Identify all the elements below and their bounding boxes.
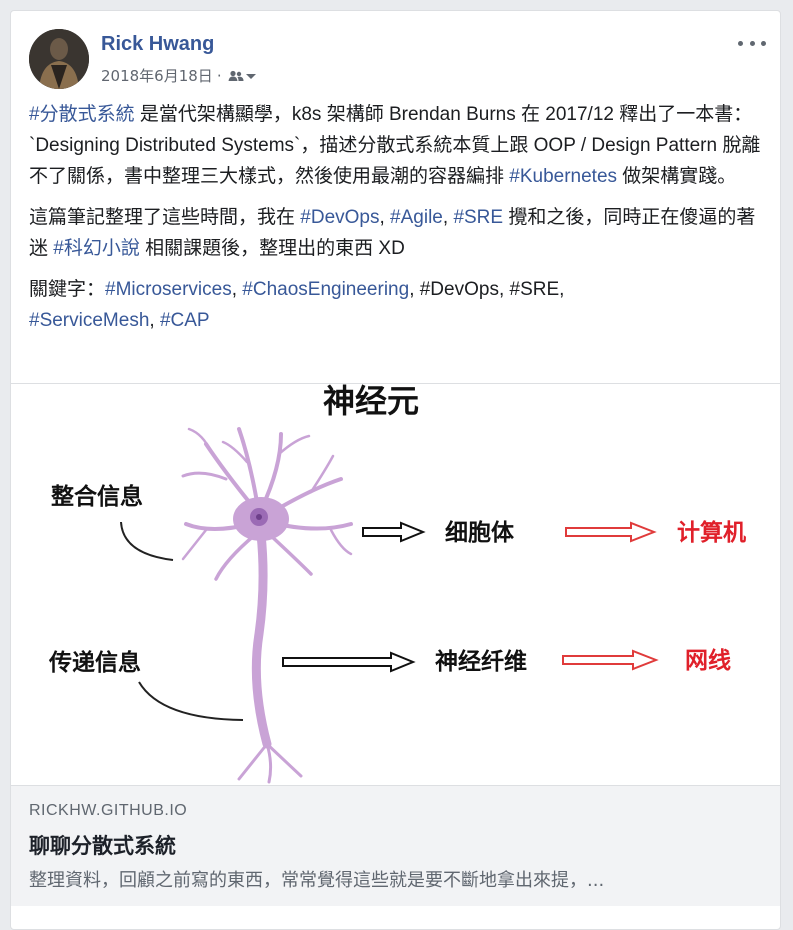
post-meta: 2018年6月18日 · [101,65,258,86]
diagram-title: 神经元 [323,384,419,420]
avatar-image [29,29,89,89]
label-transmit: 传递信息 [48,649,141,676]
hashtag-link[interactable]: #ChaosEngineering [242,279,409,300]
more-options-icon [738,40,743,46]
hashtag-link[interactable]: #SRE [453,207,503,228]
pointer-line [138,681,244,721]
link-domain: RICKHW.GITHUB.IO [29,802,188,819]
link-title[interactable]: 聊聊分散式系統 [29,830,176,860]
label-cell-body: 细胞体 [445,519,515,546]
audience-selector[interactable] [228,70,258,82]
arrow-red [565,521,657,543]
post-image[interactable]: 神经元 整合信息 传递信息 细胞体 神经纤维 计算机 网线 [11,383,780,786]
avatar[interactable] [29,29,89,89]
label-computer: 计算机 [677,519,746,546]
more-options-button[interactable] [738,33,766,53]
hashtag-link[interactable]: #Agile [390,207,443,228]
link-description: 整理資料，回顧之前寫的東西，常常覺得這些就是要不斷地拿出來提，... [29,870,605,891]
hashtag-link[interactable]: #Kubernetes [509,166,617,187]
label-fiber: 神经纤维 [435,648,527,675]
hashtag-link[interactable]: #Microservices [105,279,232,300]
post-paragraph-3: 關鍵字：#Microservices, #ChaosEngineering, #… [29,279,565,331]
arrow-black [282,651,416,673]
label-integrate: 整合信息 [51,483,143,510]
link-preview[interactable]: RICKHW.GITHUB.IO 聊聊分散式系統 整理資料，回顧之前寫的東西，常… [11,785,780,906]
chevron-down-icon [245,73,256,79]
post-card: Rick Hwang 2018年6月18日 · #分散式系統 是當代架構顯學，k… [10,10,781,930]
author-name[interactable]: Rick Hwang [101,33,214,56]
hashtag-link[interactable]: #分散式系統 [29,104,135,125]
post-paragraph-2: 這篇筆記整理了這些時間，我在 #DevOps, #Agile, #SRE 攪和之… [29,207,756,259]
friends-icon [228,70,244,81]
hashtag-link[interactable]: #科幻小說 [53,238,140,259]
meta-separator: · [216,66,222,85]
post-date[interactable]: 2018年6月18日 [101,65,213,86]
label-network: 网线 [685,647,731,674]
hashtag-link[interactable]: #ServiceMesh [29,310,149,331]
post-paragraph-1: #分散式系統 是當代架構顯學，k8s 架構師 Brendan Burns 在 2… [29,104,761,187]
neuron-illustration [181,427,353,784]
hashtag-link[interactable]: #DevOps [300,207,379,228]
neuron-diagram: 神经元 整合信息 传递信息 细胞体 神经纤维 计算机 网线 [48,384,746,784]
hashtag-link[interactable]: #CAP [160,310,210,331]
pointer-line [120,521,174,561]
arrow-black [362,521,426,543]
arrow-red [562,649,659,671]
post-body: #分散式系統 是當代架構顯學，k8s 架構師 Brendan Burns 在 2… [29,99,769,346]
